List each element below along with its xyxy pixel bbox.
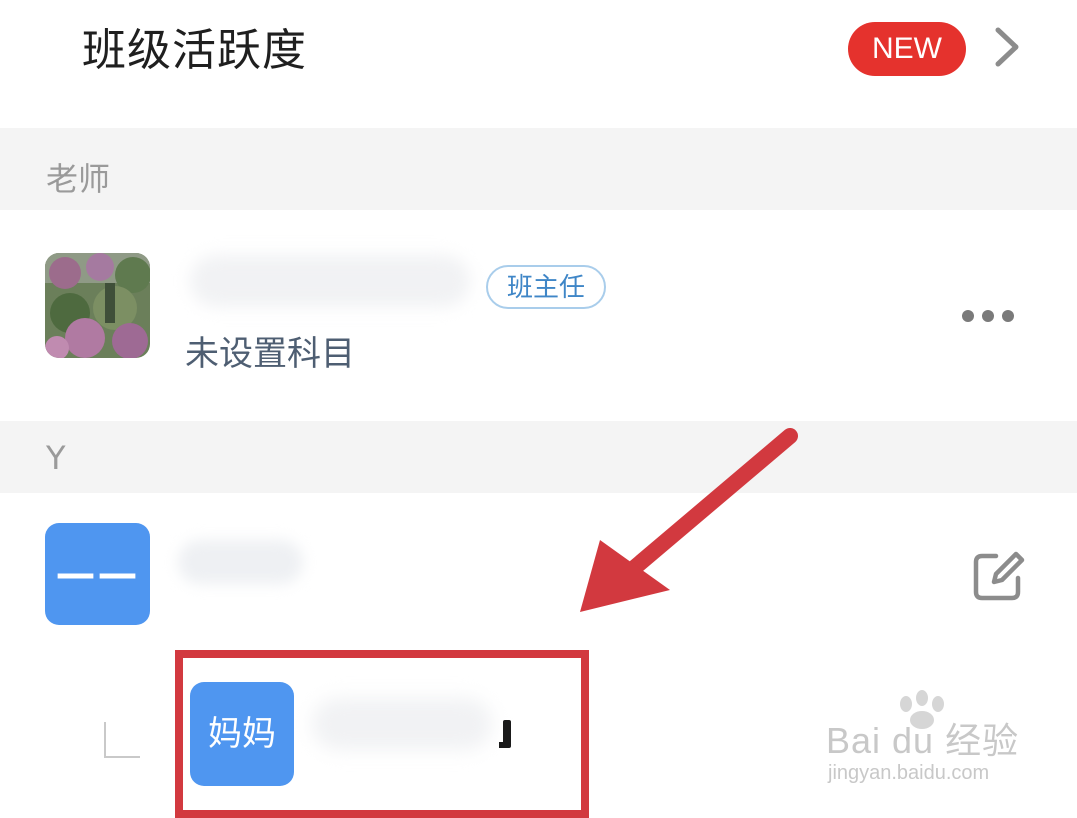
chevron-right-icon[interactable]: [992, 26, 1022, 68]
students-section-label: Y: [46, 439, 66, 477]
edit-icon[interactable]: [972, 548, 1026, 602]
annotation-highlight-box: [175, 650, 589, 818]
page-title: 班级活跃度: [82, 25, 307, 76]
teacher-name-redacted: [190, 255, 470, 307]
student-name-redacted: [178, 540, 303, 584]
teachers-section-label: 老师: [46, 160, 111, 198]
baidu-watermark: Bai du 经验 jingyan.baidu.com: [826, 690, 1026, 790]
annotation-arrow-icon: [580, 428, 798, 612]
watermark-main-text: Bai du 经验: [826, 720, 1020, 761]
teachers-section-header: 老师: [0, 128, 1077, 210]
tree-connector: [104, 722, 140, 758]
teacher-subject: 未设置科目: [185, 334, 355, 374]
new-badge: NEW: [848, 22, 966, 76]
students-section-header: Y: [0, 421, 1077, 493]
role-badge: 班主任: [486, 265, 606, 309]
more-horizontal-icon[interactable]: [962, 310, 1014, 326]
avatar-photo-image: [45, 253, 150, 358]
watermark-sub-text: jingyan.baidu.com: [828, 762, 990, 784]
student-avatar[interactable]: ——: [45, 523, 150, 625]
teacher-avatar[interactable]: [45, 253, 150, 358]
